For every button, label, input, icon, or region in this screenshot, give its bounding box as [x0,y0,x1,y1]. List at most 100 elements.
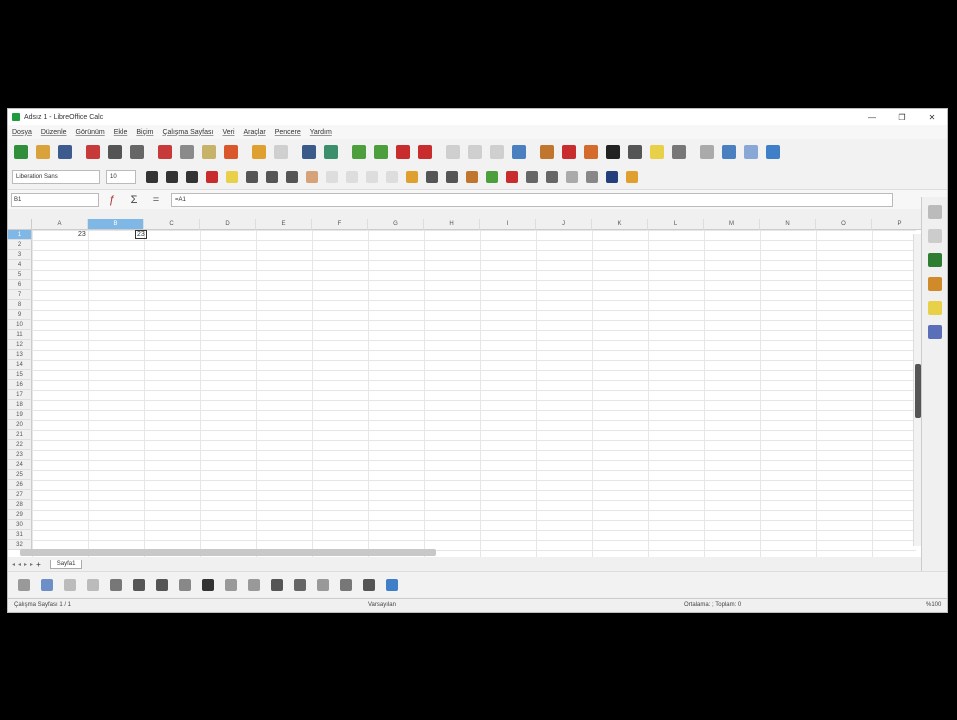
formula-input[interactable]: =A1 [171,192,893,207]
menu-tools[interactable]: Araçlar [244,129,266,136]
properties-icon[interactable] [927,229,942,243]
row-header[interactable]: 1 [8,230,32,240]
split-window-icon[interactable] [744,145,758,159]
vertical-text-icon[interactable] [156,578,168,591]
merge-cells-icon[interactable] [446,145,460,159]
row-header[interactable]: 2 [8,240,32,250]
sort-descending-icon[interactable] [490,145,504,159]
column-header[interactable]: F [312,219,368,230]
row-header[interactable]: 6 [8,280,32,290]
column-header[interactable]: M [704,219,760,230]
merge-center-icon[interactable] [326,171,338,183]
paste-icon[interactable] [202,145,216,159]
clone-formatting-icon[interactable] [224,145,238,159]
menu-format[interactable]: Biçim [136,129,153,136]
row-header[interactable]: 30 [8,520,32,530]
vertical-scrollbar[interactable] [913,234,921,546]
menu-sheet[interactable]: Çalışma Sayfası [162,129,213,136]
menu-data[interactable]: Veri [222,129,234,136]
align-middle-icon[interactable] [366,171,378,183]
row-header[interactable]: 25 [8,470,32,480]
cut-icon[interactable] [158,145,172,159]
prev-sheet-icon[interactable]: ◂ [18,561,21,568]
sidebar-menu-icon[interactable] [927,205,942,219]
underline-icon[interactable] [186,171,198,183]
menu-insert[interactable]: Ekle [114,129,128,136]
formula-icon[interactable]: = [149,193,163,207]
align-left-icon[interactable] [246,171,258,183]
next-sheet-icon[interactable]: ▸ [24,561,27,568]
comment-icon[interactable] [650,145,664,159]
horizontal-scrollbar[interactable] [20,549,436,556]
italic-icon[interactable] [166,171,178,183]
row-header[interactable]: 14 [8,360,32,370]
row-icon[interactable] [352,145,366,159]
rectangle-icon[interactable] [64,578,76,591]
column-header[interactable]: N [760,219,816,230]
column-header[interactable]: I [480,219,536,230]
freeze-icon[interactable] [722,145,736,159]
align-bottom-icon[interactable] [386,171,398,183]
row-header[interactable]: 29 [8,510,32,520]
delete-column-icon[interactable] [418,145,432,159]
arrows-icon[interactable] [179,578,191,591]
row-header[interactable]: 24 [8,460,32,470]
image-filter-icon[interactable] [340,578,352,591]
wrap-text-icon[interactable] [306,171,318,183]
points-icon[interactable] [271,578,283,591]
row-header[interactable]: 5 [8,270,32,280]
last-sheet-icon[interactable]: ▸ [30,561,33,568]
curve-icon[interactable] [110,578,122,591]
define-print-area-icon[interactable] [700,145,714,159]
row-header[interactable]: 13 [8,350,32,360]
menu-file[interactable]: Dosya [12,129,32,136]
chart-icon[interactable] [562,145,576,159]
close-button[interactable]: ✕ [917,113,947,122]
hyperlink-icon[interactable] [628,145,642,159]
menu-view[interactable]: Görünüm [76,129,105,136]
row-header[interactable]: 19 [8,410,32,420]
row-header[interactable]: 27 [8,490,32,500]
row-header[interactable]: 18 [8,400,32,410]
bold-icon[interactable] [146,171,158,183]
percent-icon[interactable] [426,171,438,183]
row-header[interactable]: 12 [8,340,32,350]
row-header[interactable]: 23 [8,450,32,460]
row-header[interactable]: 7 [8,290,32,300]
print-preview-icon[interactable] [130,145,144,159]
header-footer-icon[interactable] [672,145,686,159]
line-icon[interactable] [41,578,53,591]
column-header[interactable]: H [424,219,480,230]
row-header[interactable]: 11 [8,330,32,340]
date-icon[interactable] [466,171,478,183]
menu-help[interactable]: Yardım [310,129,332,136]
spreadsheet-grid[interactable]: A B C D E F G H I J K L M N O P 1 2 3 4 … [8,219,928,557]
status-zoom[interactable]: %100 [926,602,941,608]
row-header[interactable]: 10 [8,320,32,330]
sort-icon[interactable] [468,145,482,159]
add-decimal-icon[interactable] [486,171,498,183]
increase-indent-icon[interactable] [526,171,538,183]
row-header[interactable]: 31 [8,530,32,540]
column-header[interactable]: K [592,219,648,230]
copy-icon[interactable] [180,145,194,159]
save-icon[interactable] [58,145,72,159]
align-top-icon[interactable] [346,171,358,183]
cell-a1[interactable]: 23 [78,231,86,238]
row-header[interactable]: 15 [8,370,32,380]
currency-icon[interactable] [406,171,418,183]
border-color-icon[interactable] [606,171,618,183]
image-icon[interactable] [540,145,554,159]
function-wizard-icon[interactable]: ƒ [105,193,119,207]
cell-area[interactable]: 23 23 [32,230,916,557]
row-header[interactable]: 26 [8,480,32,490]
spelling-icon[interactable] [324,145,338,159]
row-header[interactable]: 9 [8,310,32,320]
number-format-icon[interactable] [446,171,458,183]
stars-icon[interactable] [202,578,214,591]
decrease-indent-icon[interactable] [546,171,558,183]
menu-window[interactable]: Pencere [275,129,301,136]
ellipse-icon[interactable] [87,578,99,591]
undo-icon[interactable] [252,145,266,159]
find-replace-icon[interactable] [302,145,316,159]
